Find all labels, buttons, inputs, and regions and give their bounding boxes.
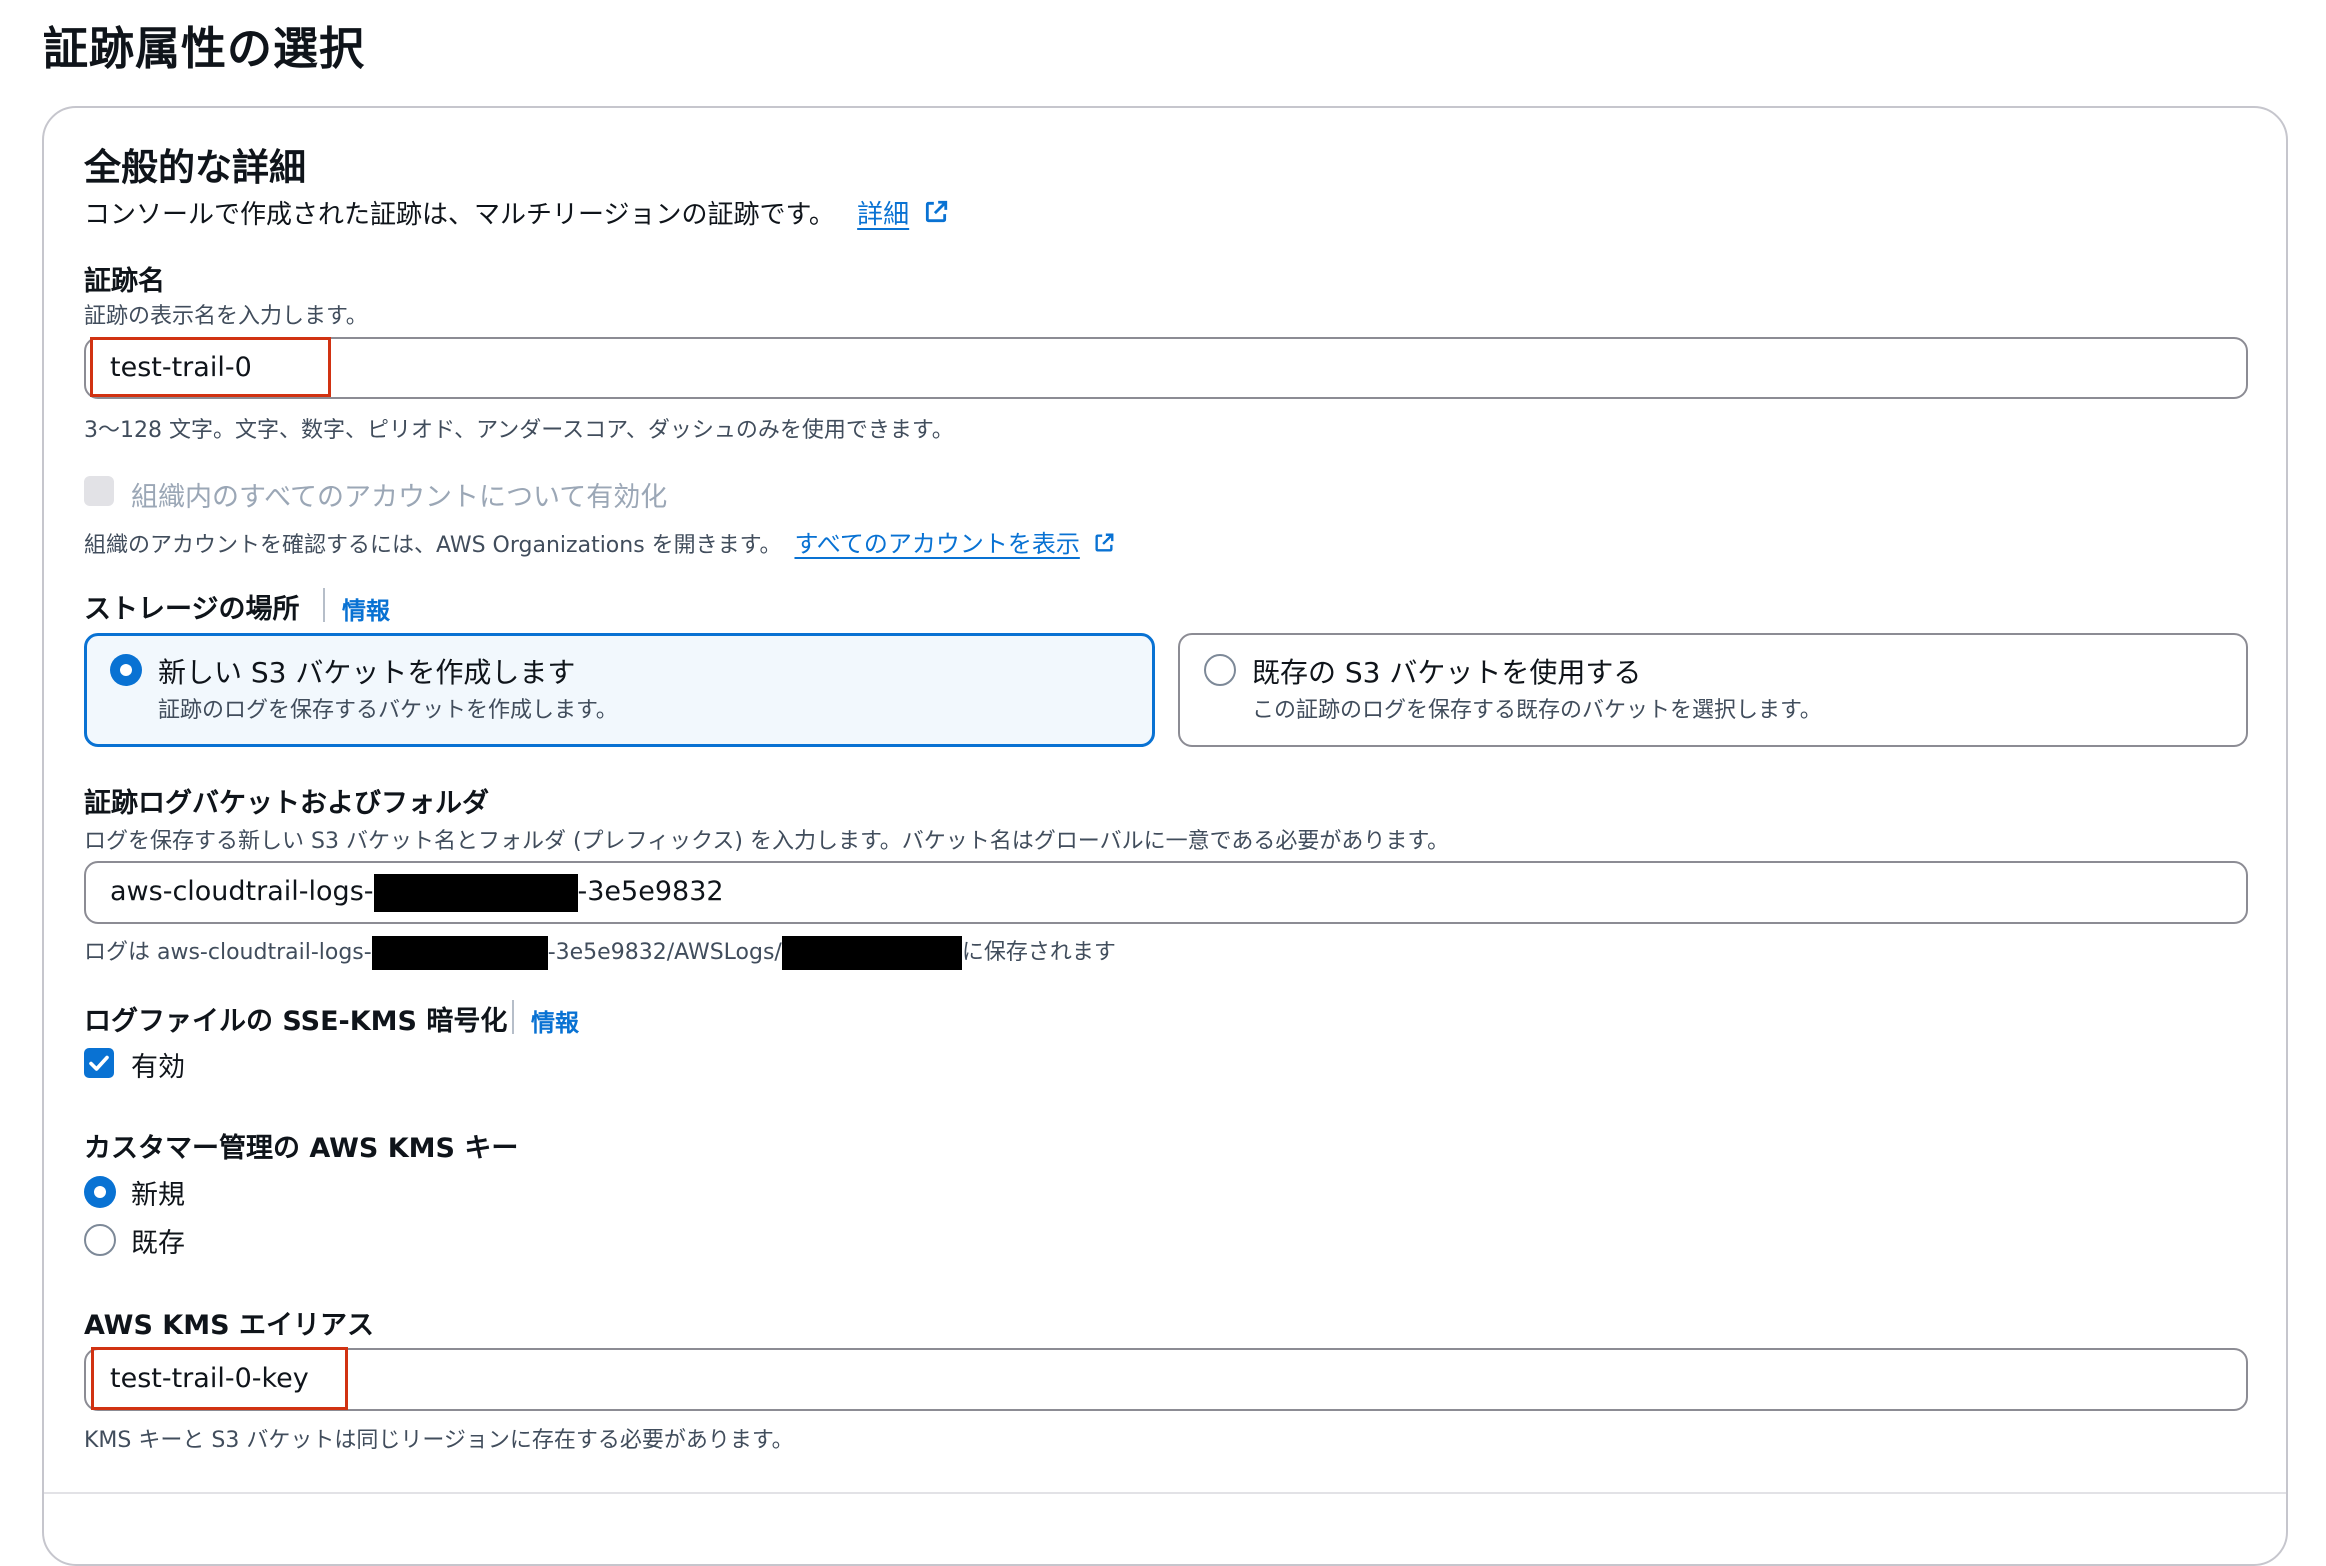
new-bucket-radio[interactable]: [110, 654, 142, 686]
cmk-new-radio[interactable]: [84, 1176, 116, 1208]
trail-name-constraint: 3〜128 文字。文字、数字、ピリオド、アンダースコア、ダッシュのみを使用できま…: [84, 418, 954, 443]
trail-name-label: 証跡名: [84, 266, 165, 297]
bucket-label: 証跡ログバケットおよびフォルダ: [84, 788, 489, 819]
new-bucket-description: 証跡のログを保存するバケットを作成します。: [158, 698, 618, 723]
trail-name-highlight: [90, 337, 331, 397]
kms-alias-highlight: [91, 1347, 348, 1410]
section-description-text: コンソールで作成された証跡は、マルチリージョンの証跡です。: [84, 200, 835, 230]
bucket-hint: ログは aws-cloudtrail-logs- -3e5e9832/AWSLog…: [84, 934, 1116, 970]
sse-kms-info-link[interactable]: 情報: [531, 1003, 579, 1038]
trail-name-input[interactable]: test-trail-0: [84, 337, 2248, 399]
external-link-icon: [923, 199, 949, 232]
sse-kms-label: ログファイルの SSE-KMS 暗号化: [84, 1006, 508, 1037]
bucket-hint-prefix: ログは aws-cloudtrail-logs-: [84, 940, 372, 965]
sse-kms-checkbox[interactable]: [84, 1048, 114, 1078]
cmk-existing-label: 既存: [131, 1228, 185, 1259]
cmk-label: カスタマー管理の AWS KMS キー: [84, 1133, 519, 1164]
sse-kms-checkbox-label: 有効: [131, 1052, 185, 1083]
organization-checkbox[interactable]: [84, 476, 114, 506]
organization-checkbox-label: 組織内のすべてのアカウントについて有効化: [131, 482, 668, 513]
learn-more-link[interactable]: 詳細: [857, 200, 909, 230]
bucket-value-prefix: aws-cloudtrail-logs-: [110, 876, 374, 907]
organization-description: 組織のアカウントを確認するには、AWS Organizations を開きます。…: [84, 524, 1115, 560]
kms-alias-input[interactable]: test-trail-0-key: [84, 1348, 2248, 1411]
storage-info-link[interactable]: 情報: [342, 591, 390, 626]
label-divider: [323, 588, 325, 622]
page-title: 証跡属性の選択: [43, 22, 366, 75]
bucket-hint-middle: -3e5e9832/AWSLogs/: [547, 940, 782, 965]
checkmark-icon: [89, 1055, 109, 1071]
new-bucket-title: 新しい S3 バケットを作成します: [158, 656, 576, 689]
redacted-account-id: [781, 936, 962, 970]
bucket-hint-suffix: に保存されます: [961, 940, 1116, 965]
bucket-input[interactable]: aws-cloudtrail-logs- -3e5e9832: [84, 861, 2248, 924]
trail-name-description: 証跡の表示名を入力します。: [84, 304, 368, 329]
cmk-new-label: 新規: [131, 1180, 185, 1211]
kms-alias-hint: KMS キーと S3 バケットは同じリージョンに存在する必要があります。: [84, 1428, 794, 1453]
section-heading: 全般的な詳細: [84, 146, 306, 189]
existing-bucket-title: 既存の S3 バケットを使用する: [1252, 656, 1642, 689]
bucket-value-suffix: -3e5e9832: [577, 876, 724, 907]
existing-bucket-description: この証跡のログを保存する既存のバケットを選択します。: [1252, 698, 1822, 723]
section-description: コンソールで作成された証跡は、マルチリージョンの証跡です。 詳細: [84, 194, 949, 232]
external-link-icon: [1093, 532, 1115, 560]
redacted-account-id: [373, 873, 578, 912]
label-divider: [512, 1000, 514, 1034]
bucket-description: ログを保存する新しい S3 バケット名とフォルダ (プレフィックス) を入力しま…: [84, 829, 1450, 854]
organization-description-text: 組織のアカウントを確認するには、AWS Organizations を開きます。: [84, 533, 782, 558]
existing-bucket-radio[interactable]: [1204, 654, 1236, 686]
redacted-account-id: [371, 936, 548, 970]
kms-alias-label: AWS KMS エイリアス: [84, 1310, 374, 1341]
panel-divider: [44, 1492, 2286, 1494]
cmk-existing-radio[interactable]: [84, 1224, 116, 1256]
view-all-accounts-link[interactable]: すべてのアカウントを表示: [794, 530, 1079, 558]
storage-location-label: ストレージの場所: [84, 594, 300, 625]
